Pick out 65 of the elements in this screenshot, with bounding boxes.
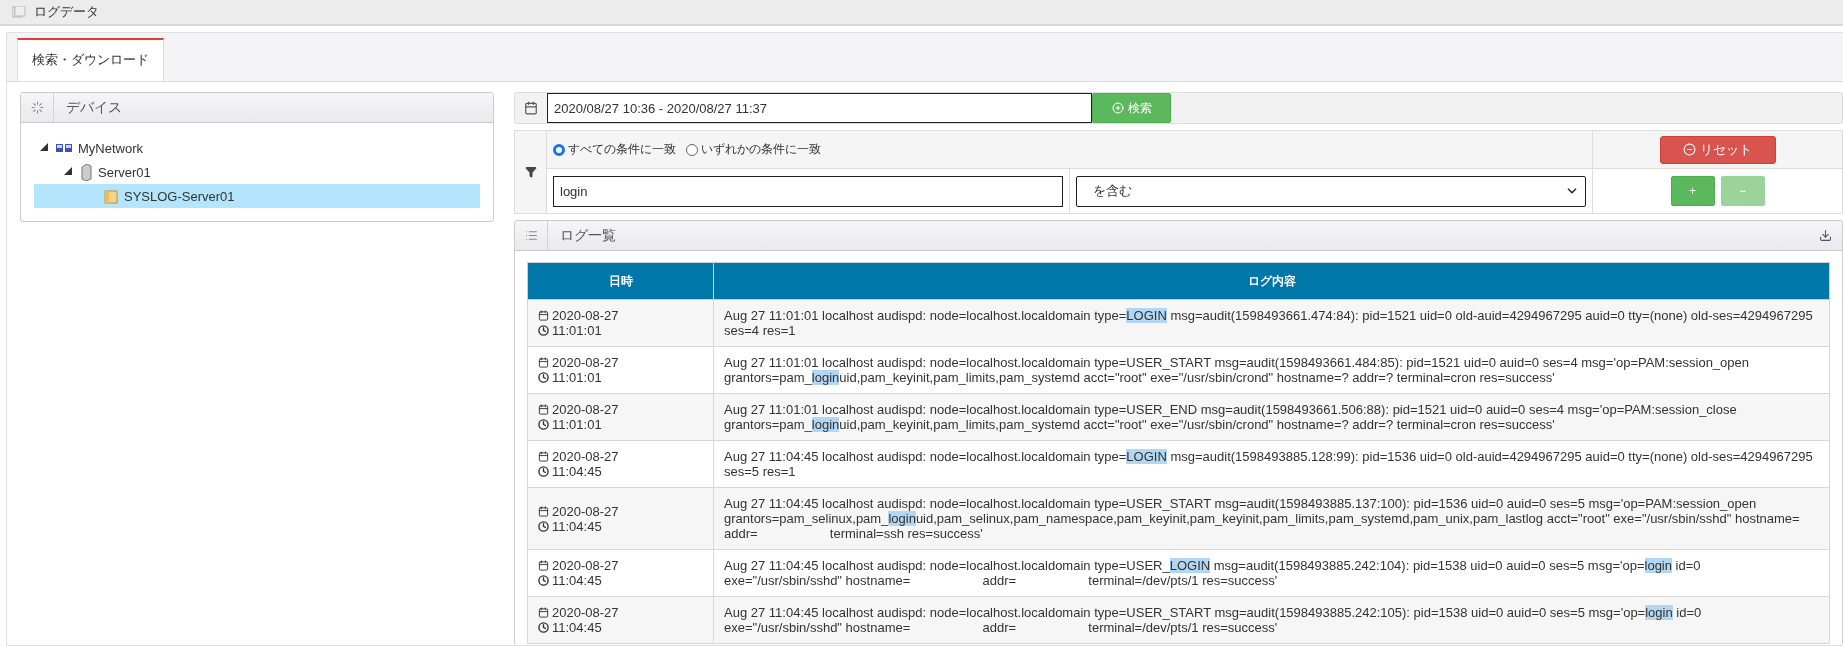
page-title: ログデータ <box>34 3 99 21</box>
time-text: 11:01:01 <box>552 370 602 385</box>
time-text: 11:04:45 <box>552 620 602 635</box>
date-text: 2020-08-27 <box>552 558 619 573</box>
condition-input[interactable]: login <box>553 175 1063 207</box>
log-text: Aug 27 11:04:45 localhost audispd: node=localhost.localdomain type=USER_LOGIN msg=audit(1598493885.242:104): pid=1538 uid=0 auid=0 ses=5 msg='op=login id=0 exe="/usr/sbin/sshd" hostname= addr= terminal=/dev/pts/1 res=success' <box>724 558 1702 588</box>
download-icon[interactable] <box>1819 229 1832 242</box>
tree-item[interactable]: MyNetwork <box>34 136 480 160</box>
calendar-icon <box>538 357 549 368</box>
plus-circle-icon <box>1111 102 1124 114</box>
time-text: 11:01:01 <box>552 417 602 432</box>
log-text: Aug 27 11:01:01 localhost audispd: node=localhost.localdomain type=USER_START msg=audit(1598493661.484:85): pid=1521 uid=0 auid=0 ses=4 msg='op=PAM:session_open grantors=pam_loginuid,pam_keyinit,pam_limits,pam_systemd acct="root" exe="/usr/sbin/crond" hostname=? addr=? terminal=cron res=success' <box>724 355 1751 385</box>
clock-icon <box>538 622 549 633</box>
date-text: 2020-08-27 <box>552 402 619 417</box>
panel-title: ログ一覧 <box>559 226 616 245</box>
expand-icon[interactable] <box>40 143 48 151</box>
operator-select[interactable]: を含む <box>1076 175 1586 207</box>
match-mode-radio[interactable]: いずれかの条件に一致 <box>686 141 821 158</box>
tab[interactable]: 検索・ダウンロード <box>17 38 164 82</box>
column-header: ログ内容 <box>713 262 1830 300</box>
log-text: Aug 27 11:04:45 localhost audispd: node=localhost.localdomain type=LOGIN msg=audit(1598493885.128:99): pid=1536 uid=0 old-auid=4294967295 auid=0 tty=(none) old-ses=4294967295 ses=5 res=1 <box>724 449 1814 479</box>
tree-item[interactable]: Server01 <box>34 160 480 184</box>
date-range-field[interactable]: 2020/08/27 10:36 - 2020/08/27 11:37 <box>547 93 1092 123</box>
clock-icon <box>538 520 549 532</box>
calendar-icon <box>538 607 549 618</box>
server-icon <box>80 163 92 181</box>
log-text: Aug 27 11:04:45 localhost audispd: node=localhost.localdomain type=USER_START msg=audit(1598493885.242:105): pid=1538 uid=0 auid=0 ses=5 msg='op=login id=0 exe="/usr/sbin/sshd" hostname= addr= terminal=/dev/pts/1 res=success' <box>724 605 1703 635</box>
date-text: 2020-08-27 <box>552 308 619 323</box>
calendar-icon <box>538 451 549 462</box>
date-text: 2020-08-27 <box>552 355 619 370</box>
panel-title: デバイス <box>65 98 122 117</box>
radio-icon[interactable] <box>686 143 698 156</box>
time-text: 11:04:45 <box>552 573 602 588</box>
column-header: 日時 <box>527 262 714 300</box>
calendar-icon <box>538 505 549 517</box>
date-text: 2020-08-27 <box>552 503 619 519</box>
expand-icon[interactable] <box>64 167 72 175</box>
folder-icon <box>104 188 118 204</box>
time-text: 11:01:01 <box>552 323 602 338</box>
log-text: Aug 27 11:04:45 localhost audispd: node=localhost.localdomain type=USER_START msg=audit(1598493885.137:100): pid=1536 uid=0 auid=0 ses=5 msg='op=PAM:session_open grantors=pam_selinux,pam_loginuid,pam_selinux,pam_namespace,pam_keyinit,pam_keyinit,pam_limits,pam_systemd,pam_unix,pam_lastlog acct="root" exe="/usr/sbin/sshd" hostname= addr= terminal=ssh res=success' <box>724 496 1801 541</box>
filter-icon <box>524 166 537 178</box>
date-text: 2020-08-27 <box>552 605 619 620</box>
tree-item[interactable]: SYSLOG-Server01 <box>34 184 480 208</box>
calendar-icon <box>538 560 549 571</box>
calendar-icon <box>538 310 549 321</box>
reset-button[interactable]: リセット <box>1659 135 1776 164</box>
radio-icon[interactable] <box>553 143 565 156</box>
minus-circle-icon <box>1683 143 1696 156</box>
log-text: Aug 27 11:01:01 localhost audispd: node=localhost.localdomain type=LOGIN msg=audit(1598493661.474:84): pid=1521 uid=0 old-auid=4294967295 auid=0 tty=(none) old-ses=4294967295 ses=4 res=1 <box>724 308 1814 338</box>
date-text: 2020-08-27 <box>552 449 619 464</box>
page-icon <box>12 6 26 18</box>
time-text: 11:04:45 <box>552 464 602 479</box>
loading-icon <box>30 101 44 114</box>
clock-icon <box>538 575 549 586</box>
calendar-icon <box>524 101 538 115</box>
match-mode-radio[interactable]: すべての条件に一致 <box>553 141 676 158</box>
clock-icon <box>538 325 549 336</box>
network-icon <box>56 143 72 153</box>
calendar-icon <box>538 404 549 415</box>
clock-icon <box>538 419 549 430</box>
log-text: Aug 27 11:01:01 localhost audispd: node=localhost.localdomain type=USER_END msg=audit(1598493661.506:88): pid=1521 uid=0 auid=0 ses=4 msg='op=PAM:session_close grantors=pam_loginuid,pam_keyinit,pam_limits,pam_systemd acct="root" exe="/usr/sbin/crond" hostname=? addr=? terminal=cron res=success' <box>724 402 1738 432</box>
list-icon <box>524 229 538 242</box>
clock-icon <box>538 372 549 383</box>
time-text: 11:04:45 <box>552 518 602 534</box>
clock-icon <box>538 466 549 477</box>
